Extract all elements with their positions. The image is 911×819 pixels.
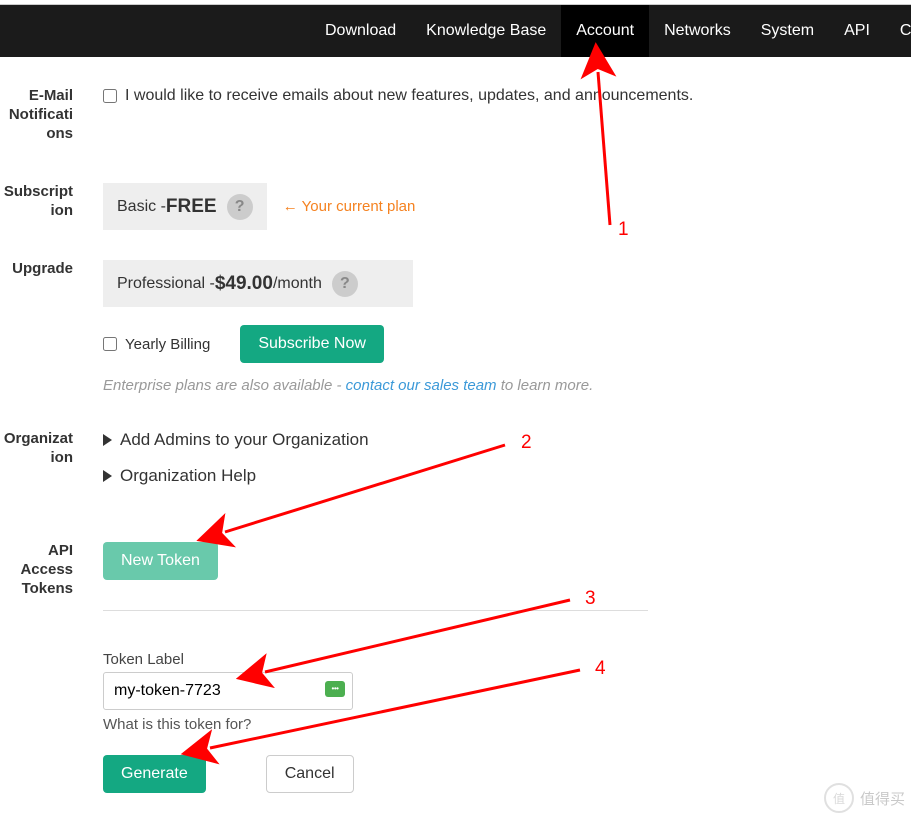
token-label-input[interactable]: [103, 672, 353, 710]
nav-api[interactable]: API: [829, 5, 885, 57]
label-subscription: Subscription: [0, 183, 83, 230]
upgrade-price: $49.00: [215, 273, 273, 295]
generate-button[interactable]: Generate: [103, 755, 206, 793]
yearly-billing-row[interactable]: Yearly Billing: [103, 336, 210, 353]
upgrade-per: /month: [273, 275, 322, 293]
upgrade-plan-box: Professional - $49.00 /month ?: [103, 260, 413, 307]
enterprise-note: Enterprise plans are also available - co…: [103, 377, 911, 394]
annotation-2: 2: [521, 432, 532, 454]
yearly-billing-label: Yearly Billing: [125, 336, 210, 353]
contact-sales-link[interactable]: contact our sales team: [346, 377, 497, 394]
help-icon[interactable]: ?: [332, 271, 358, 297]
top-navbar: Download Knowledge Base Account Networks…: [0, 5, 911, 57]
chevron-right-icon: [103, 434, 112, 446]
email-optin-checkbox[interactable]: [103, 89, 117, 103]
current-plan-box: Basic - FREE ?: [103, 183, 267, 230]
annotation-1: 1: [618, 219, 629, 241]
annotation-4: 4: [595, 658, 606, 680]
plan-prefix: Basic -: [117, 198, 166, 216]
nav-knowledge-base[interactable]: Knowledge Base: [411, 5, 561, 57]
cancel-button[interactable]: Cancel: [266, 755, 354, 793]
token-label-field-label: Token Label: [103, 651, 353, 668]
org-help-disclosure[interactable]: Organization Help: [103, 466, 911, 486]
label-organization: Organization: [0, 430, 83, 502]
chevron-right-icon: [103, 470, 112, 482]
yearly-billing-checkbox[interactable]: [103, 337, 117, 351]
help-icon[interactable]: ?: [227, 194, 253, 220]
nav-networks[interactable]: Networks: [649, 5, 746, 57]
plan-name: FREE: [166, 196, 217, 218]
new-token-button[interactable]: New Token: [103, 542, 218, 580]
nav-download[interactable]: Download: [310, 5, 411, 57]
token-help-text: What is this token for?: [103, 716, 353, 733]
watermark: 值 值得买: [824, 783, 905, 813]
email-optin-row[interactable]: I would like to receive emails about new…: [103, 87, 911, 105]
add-admins-label: Add Admins to your Organization: [120, 430, 369, 450]
subscribe-button[interactable]: Subscribe Now: [240, 325, 384, 363]
upgrade-prefix: Professional -: [117, 275, 215, 293]
nav-account[interactable]: Account: [561, 5, 649, 57]
label-api-tokens: API AccessTokens: [0, 542, 83, 793]
current-plan-indicator: ← Your current plan: [283, 198, 416, 215]
password-manager-icon[interactable]: [325, 681, 345, 697]
nav-system[interactable]: System: [746, 5, 829, 57]
label-upgrade: Upgrade: [0, 260, 83, 394]
org-help-label: Organization Help: [120, 466, 256, 486]
add-admins-disclosure[interactable]: Add Admins to your Organization: [103, 430, 911, 450]
nav-more[interactable]: C: [885, 5, 911, 57]
email-optin-label: I would like to receive emails about new…: [125, 87, 693, 105]
label-email-notifications: E-MailNotifications: [0, 87, 83, 143]
annotation-3: 3: [585, 588, 596, 610]
